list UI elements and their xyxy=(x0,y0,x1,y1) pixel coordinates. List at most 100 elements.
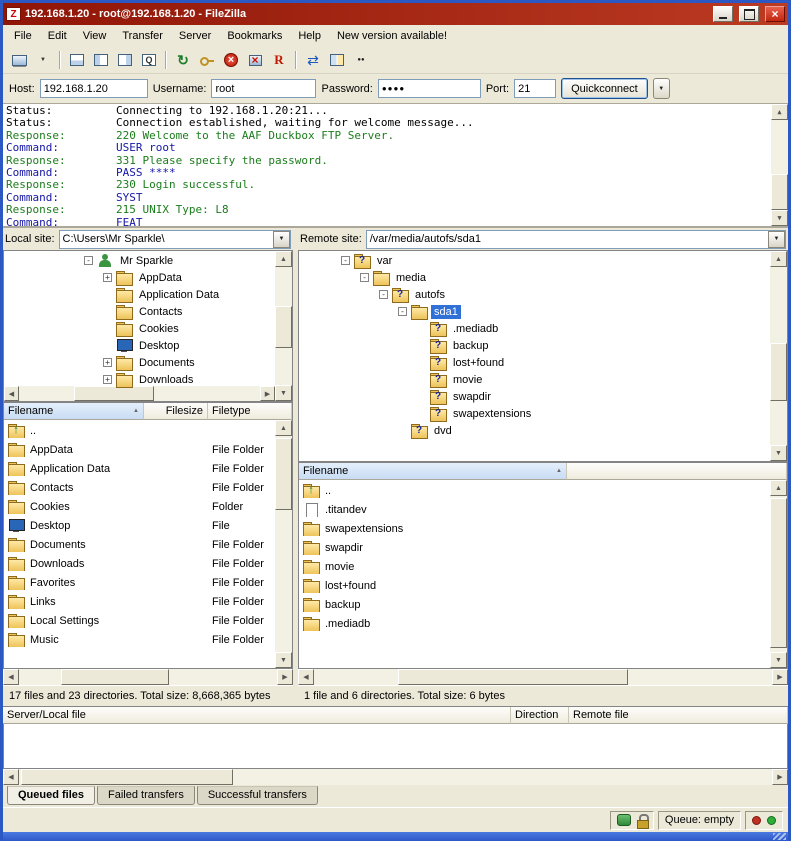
tree-item-movie[interactable]: ?movie xyxy=(299,371,770,388)
queue-hscrollbar[interactable] xyxy=(3,769,788,785)
local-site-combo[interactable]: C:\Users\Mr Sparkle\ xyxy=(59,230,291,249)
site-manager-button[interactable] xyxy=(7,49,31,71)
scrollbar-thumb[interactable] xyxy=(275,438,292,510)
remote-site-dropdown-icon[interactable] xyxy=(768,231,785,248)
scrollbar-thumb[interactable] xyxy=(61,669,169,685)
tree-item-mediadb[interactable]: ?.mediadb xyxy=(299,320,770,337)
expand-icon[interactable]: + xyxy=(103,375,112,384)
scroll-down-icon[interactable] xyxy=(275,652,292,668)
scrollbar-thumb[interactable] xyxy=(74,386,154,401)
column-header-direction[interactable]: Direction xyxy=(511,707,569,724)
tree-item-documents[interactable]: +Documents xyxy=(4,354,275,371)
scroll-up-icon[interactable] xyxy=(275,251,292,267)
file-row-documents[interactable]: DocumentsFile Folder xyxy=(4,535,275,554)
quickconnect-dropdown-button[interactable] xyxy=(653,78,670,99)
menu-item-bookmarks[interactable]: Bookmarks xyxy=(219,27,290,45)
maximize-button[interactable] xyxy=(739,6,759,22)
file-row-appdata[interactable]: AppDataFile Folder xyxy=(4,440,275,459)
collapse-icon[interactable]: - xyxy=(398,307,407,316)
transfer-queue[interactable] xyxy=(3,724,788,769)
column-header-filename[interactable]: Filename▲ xyxy=(299,463,567,480)
file-row-favorites[interactable]: FavoritesFile Folder xyxy=(4,573,275,592)
reconnect-button[interactable] xyxy=(267,49,291,71)
remote-site-combo[interactable]: /var/media/autofs/sda1 xyxy=(366,230,786,249)
scrollbar-thumb[interactable] xyxy=(770,498,787,648)
menu-item-new-version-available[interactable]: New version available! xyxy=(329,27,455,45)
process-queue-button[interactable] xyxy=(195,49,219,71)
file-row-movie[interactable]: movie xyxy=(299,557,770,576)
local-tree-scrollbar[interactable] xyxy=(275,251,292,401)
scrollbar-thumb[interactable] xyxy=(770,343,787,401)
file-row-downloads[interactable]: DownloadsFile Folder xyxy=(4,554,275,573)
menu-item-server[interactable]: Server xyxy=(171,27,219,45)
scroll-up-icon[interactable] xyxy=(771,104,788,120)
tree-item-swapdir[interactable]: ?swapdir xyxy=(299,388,770,405)
file-row-links[interactable]: LinksFile Folder xyxy=(4,592,275,611)
file-row-swapdir[interactable]: swapdir xyxy=(299,538,770,557)
local-list-scrollbar[interactable] xyxy=(275,420,292,668)
column-header-server-local-file[interactable]: Server/Local file xyxy=(3,707,511,724)
tree-item-sda1[interactable]: -sda1 xyxy=(299,303,770,320)
speed-limits-icon[interactable] xyxy=(617,814,631,826)
tree-item-backup[interactable]: ?backup xyxy=(299,337,770,354)
file-row-desktop[interactable]: DesktopFile xyxy=(4,516,275,535)
collapse-icon[interactable]: - xyxy=(379,290,388,299)
column-header-filetype[interactable]: Filetype xyxy=(208,403,292,420)
scrollbar-thumb[interactable] xyxy=(771,174,788,210)
scroll-up-icon[interactable] xyxy=(770,480,787,496)
tree-item-swapextensions[interactable]: ?swapextensions xyxy=(299,405,770,422)
toggle-queue-button[interactable] xyxy=(137,49,161,71)
title-bar[interactable]: Z 192.168.1.20 - root@192.168.1.20 - Fil… xyxy=(3,3,788,25)
file-row-local-settings[interactable]: Local SettingsFile Folder xyxy=(4,611,275,630)
tree-item-var[interactable]: -?var xyxy=(299,252,770,269)
scrollbar-thumb[interactable] xyxy=(398,669,628,685)
tree-item-contacts[interactable]: Contacts xyxy=(4,303,275,320)
collapse-icon[interactable]: - xyxy=(341,256,350,265)
file-row-titandev[interactable]: .titandev xyxy=(299,500,770,519)
menu-item-help[interactable]: Help xyxy=(290,27,329,45)
file-row-backup[interactable]: backup xyxy=(299,595,770,614)
close-button[interactable] xyxy=(765,6,785,22)
scroll-right-icon[interactable] xyxy=(772,669,788,685)
tree-item-mr-sparkle[interactable]: -Mr Sparkle xyxy=(4,252,275,269)
expand-icon[interactable]: + xyxy=(103,358,112,367)
expand-icon[interactable]: + xyxy=(103,273,112,282)
scroll-up-icon[interactable] xyxy=(275,420,292,436)
scroll-down-icon[interactable] xyxy=(770,445,787,461)
tab-successful-transfers[interactable]: Successful transfers xyxy=(197,786,318,805)
scrollbar-thumb[interactable] xyxy=(21,769,233,785)
menu-item-file[interactable]: File xyxy=(6,27,40,45)
tree-item-application-data[interactable]: Application Data xyxy=(4,286,275,303)
remote-list-hscrollbar[interactable] xyxy=(298,669,788,685)
local-tree-hscrollbar[interactable] xyxy=(4,386,275,401)
scroll-right-icon[interactable] xyxy=(260,386,275,401)
column-header-remote-file[interactable]: Remote file xyxy=(569,707,788,724)
quickconnect-button[interactable]: Quickconnect xyxy=(561,78,648,99)
username-input[interactable] xyxy=(211,79,316,98)
tree-item-autofs[interactable]: -?autofs xyxy=(299,286,770,303)
file-row-contacts[interactable]: ContactsFile Folder xyxy=(4,478,275,497)
toggle-local-tree-button[interactable] xyxy=(89,49,113,71)
scroll-left-icon[interactable] xyxy=(4,386,19,401)
scroll-right-icon[interactable] xyxy=(277,669,293,685)
tree-item-cookies[interactable]: Cookies xyxy=(4,320,275,337)
menu-item-transfer[interactable]: Transfer xyxy=(114,27,171,45)
toggle-message-log-button[interactable] xyxy=(65,49,89,71)
column-header-filesize[interactable]: Filesize xyxy=(144,403,208,420)
encryption-icon[interactable] xyxy=(637,814,647,827)
scroll-up-icon[interactable] xyxy=(770,251,787,267)
tree-item-appdata[interactable]: +AppData xyxy=(4,269,275,286)
tree-item-media[interactable]: -media xyxy=(299,269,770,286)
scroll-left-icon[interactable] xyxy=(298,669,314,685)
scrollbar-thumb[interactable] xyxy=(275,306,292,348)
refresh-button[interactable] xyxy=(171,49,195,71)
scroll-down-icon[interactable] xyxy=(770,652,787,668)
file-row-mediadb[interactable]: .mediadb xyxy=(299,614,770,633)
file-row-item[interactable]: ↑.. xyxy=(4,421,275,440)
directory-comparison-button[interactable] xyxy=(325,49,349,71)
minimize-button[interactable] xyxy=(713,6,733,22)
tree-item-desktop[interactable]: Desktop xyxy=(4,337,275,354)
file-row-swapextensions[interactable]: swapextensions xyxy=(299,519,770,538)
file-row-application-data[interactable]: Application DataFile Folder xyxy=(4,459,275,478)
file-row-lost-found[interactable]: lost+found xyxy=(299,576,770,595)
